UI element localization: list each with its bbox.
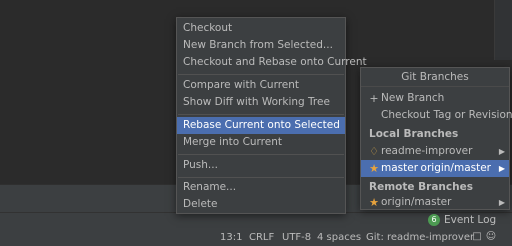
- tag-icon: ♢: [369, 145, 379, 158]
- star-icon: ★: [369, 162, 379, 175]
- plus-icon: +: [369, 92, 379, 105]
- menu-item-rename[interactable]: Rename...: [177, 179, 345, 196]
- local-branches-header: Local Branches: [369, 128, 459, 140]
- branch-item-readme-improver[interactable]: ♢ readme-improver ▶: [361, 143, 509, 160]
- file-encoding[interactable]: UTF-8: [282, 230, 311, 245]
- menu-separator: [178, 177, 344, 178]
- vcs-branch-widget[interactable]: Git: readme-improver: [366, 230, 474, 245]
- new-branch-item[interactable]: + New Branch: [361, 90, 509, 107]
- git-branches-popup: Git Branches + New Branch Checkout Tag o…: [360, 67, 512, 210]
- menu-item-checkout[interactable]: Checkout: [177, 20, 345, 37]
- hector-icon[interactable]: ☺: [485, 231, 497, 243]
- menu-separator: [178, 74, 344, 75]
- menu-item-compare-with-current[interactable]: Compare with Current: [177, 77, 345, 94]
- scrollbar-gutter[interactable]: [494, 0, 512, 60]
- event-log-button[interactable]: 6 Event Log: [428, 213, 496, 228]
- caret-position[interactable]: 13:1: [220, 230, 242, 245]
- indent-setting[interactable]: 4 spaces: [317, 230, 361, 245]
- popup-title: Git Branches: [361, 68, 509, 87]
- menu-item-push[interactable]: Push...: [177, 157, 345, 174]
- tracking-branch-label: origin/master: [420, 162, 491, 174]
- star-icon: ★: [369, 196, 379, 209]
- menu-item-show-diff[interactable]: Show Diff with Working Tree: [177, 94, 345, 111]
- menu-item-merge-into-current[interactable]: Merge into Current: [177, 134, 345, 151]
- remote-branches-header: Remote Branches: [369, 181, 473, 193]
- branch-item-origin-master[interactable]: ★ origin/master ▶: [361, 195, 509, 210]
- branch-context-menu: Checkout New Branch from Selected... Che…: [176, 17, 367, 214]
- menu-separator: [178, 154, 344, 155]
- event-count-badge: 6: [428, 214, 440, 226]
- event-log-label: Event Log: [444, 214, 497, 226]
- menu-item-delete[interactable]: Delete: [177, 196, 345, 213]
- submenu-arrow-icon: ▶: [498, 147, 505, 156]
- submenu-arrow-icon: ▶: [498, 164, 505, 173]
- checkout-tag-item[interactable]: Checkout Tag or Revision...: [361, 107, 512, 124]
- menu-separator: [178, 114, 344, 115]
- submenu-arrow-icon: ▶: [498, 198, 505, 207]
- menu-item-checkout-and-rebase[interactable]: Checkout and Rebase onto Current: [177, 54, 367, 71]
- branch-item-master[interactable]: ★ master origin/master ▶: [361, 160, 509, 177]
- menu-item-new-branch-from-selected[interactable]: New Branch from Selected...: [177, 37, 345, 54]
- line-separator[interactable]: CRLF: [249, 230, 274, 245]
- lock-icon[interactable]: □: [471, 231, 483, 243]
- menu-item-rebase-current-onto-selected[interactable]: Rebase Current onto Selected: [177, 117, 345, 134]
